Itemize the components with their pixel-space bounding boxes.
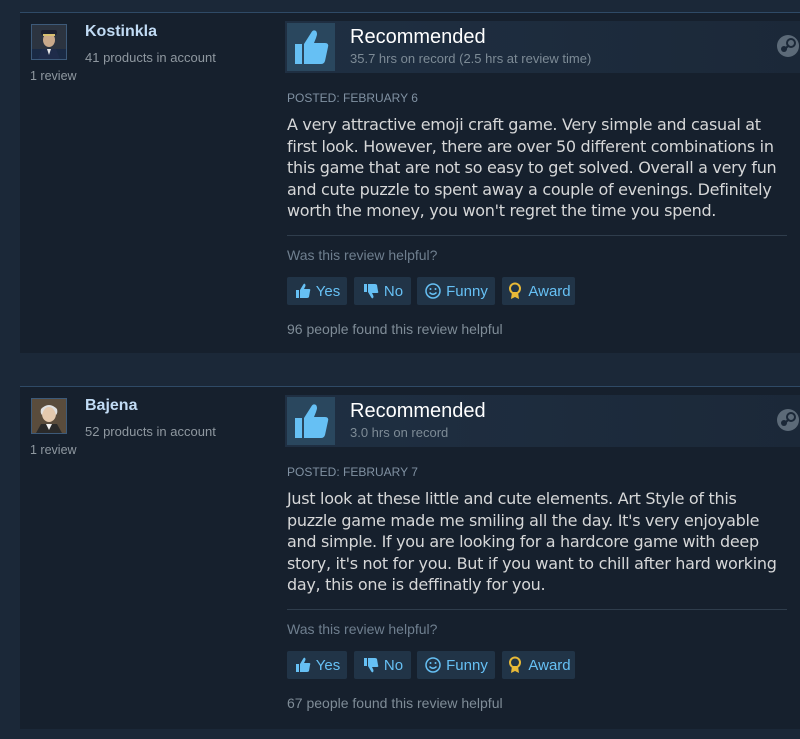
helpful-question: Was this review helpful? <box>287 621 438 637</box>
award-button[interactable]: Award <box>502 277 575 305</box>
thumbs-up-icon <box>295 283 311 298</box>
vote-yes-button[interactable]: Yes <box>287 277 347 305</box>
review-verdict[interactable]: Recommended <box>350 400 486 423</box>
thumbs-down-icon <box>363 284 379 299</box>
hours-on-record: 3.0 hrs on record <box>350 425 449 440</box>
smiley-icon <box>425 657 441 673</box>
steam-icon <box>777 35 799 57</box>
vote-no-button[interactable]: No <box>354 277 411 305</box>
steam-icon <box>777 409 799 431</box>
thumbs-up-icon <box>295 657 311 672</box>
vote-yes-label: Yes <box>315 282 341 300</box>
found-helpful-count: 67 people found this review helpful <box>287 695 503 711</box>
avatar[interactable] <box>31 398 67 434</box>
review-count[interactable]: 1 review <box>30 69 77 83</box>
award-icon <box>509 282 522 299</box>
vote-header[interactable]: Recommended 35.7 hrs on record (2.5 hrs … <box>285 21 800 73</box>
vote-no-label: No <box>383 282 404 300</box>
products-count[interactable]: 41 products in account <box>85 50 216 65</box>
vote-yes-label: Yes <box>315 656 341 674</box>
posted-date: POSTED: FEBRUARY 7 <box>287 465 418 479</box>
vote-yes-button[interactable]: Yes <box>287 651 347 679</box>
vote-funny-label: Funny <box>446 656 488 674</box>
award-button[interactable]: Award <box>502 651 575 679</box>
review-verdict[interactable]: Recommended <box>350 26 486 49</box>
username[interactable]: Kostinkla <box>85 23 157 41</box>
award-icon <box>509 656 522 673</box>
divider <box>287 609 787 610</box>
smiley-icon <box>425 283 441 299</box>
helpful-question: Was this review helpful? <box>287 247 438 263</box>
posted-date: POSTED: FEBRUARY 6 <box>287 91 418 105</box>
vote-no-label: No <box>383 656 404 674</box>
avatar[interactable] <box>31 24 67 60</box>
review-text: Just look at these little and cute eleme… <box>287 489 777 594</box>
reviewer-info: Bajena 52 products in account 1 review <box>20 387 280 729</box>
award-label: Award <box>528 282 571 300</box>
username[interactable]: Bajena <box>85 397 137 415</box>
hours-on-record: 35.7 hrs on record (2.5 hrs at review ti… <box>350 51 592 66</box>
thumbs-up-icon <box>287 23 335 71</box>
vote-funny-button[interactable]: Funny <box>417 277 495 305</box>
thumbs-up-icon <box>287 397 335 445</box>
reviewer-info: Kostinkla 41 products in account 1 revie… <box>20 13 280 353</box>
review-card: Kostinkla 41 products in account 1 revie… <box>20 12 800 353</box>
review-count[interactable]: 1 review <box>30 443 77 457</box>
products-count[interactable]: 52 products in account <box>85 424 216 439</box>
vote-no-button[interactable]: No <box>354 651 411 679</box>
divider <box>287 235 787 236</box>
found-helpful-count: 96 people found this review helpful <box>287 321 503 337</box>
reviews-page: Kostinkla 41 products in account 1 revie… <box>0 0 800 739</box>
vote-funny-button[interactable]: Funny <box>417 651 495 679</box>
vote-funny-label: Funny <box>446 282 488 300</box>
award-label: Award <box>528 656 571 674</box>
vote-header[interactable]: Recommended 3.0 hrs on record <box>285 395 800 447</box>
review-card: Bajena 52 products in account 1 review R… <box>20 386 800 729</box>
review-text: A very attractive emoji craft game. Very… <box>287 115 777 220</box>
thumbs-down-icon <box>363 658 379 673</box>
